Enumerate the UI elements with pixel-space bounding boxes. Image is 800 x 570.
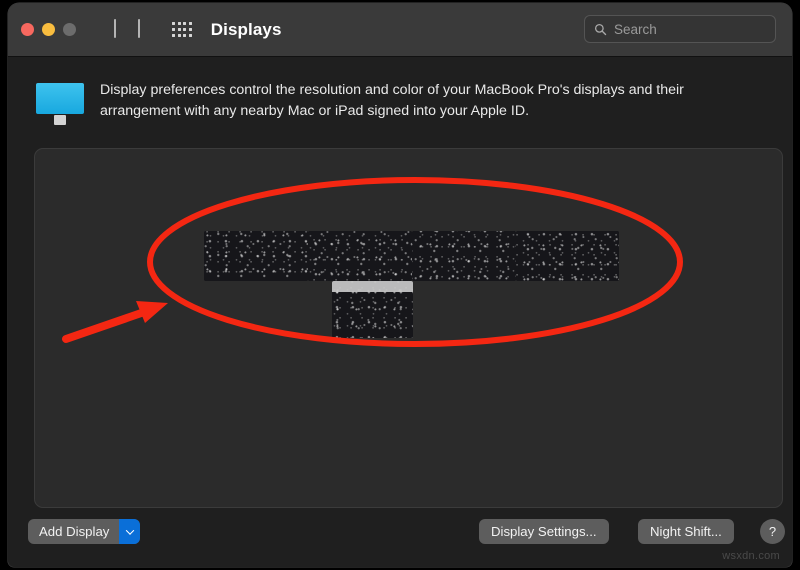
window-titlebar: Displays [8,3,792,57]
menu-bar-indicator[interactable] [332,281,413,292]
help-button[interactable]: ? [760,519,785,544]
display-thumbnail-2[interactable] [308,231,412,281]
search-field[interactable] [584,15,776,43]
traffic-lights [21,23,76,36]
display-monitor-icon [36,83,84,125]
display-thumbnail-1[interactable] [204,231,308,281]
display-settings-button[interactable]: Display Settings... [479,519,609,544]
add-display-button[interactable]: Add Display [28,519,141,544]
chevron-down-icon[interactable] [119,519,141,544]
page-title: Displays [210,19,282,39]
night-shift-button[interactable]: Night Shift... [638,519,734,544]
display-arrangement-panel[interactable]: To rearrange displays, drag them to the … [34,148,783,508]
minimize-button[interactable] [42,23,55,36]
displays-preferences-window: Displays Display preferences control the… [8,3,792,567]
zoom-button[interactable] [63,23,76,36]
back-button[interactable] [114,18,116,39]
description-text: Display preferences control the resoluti… [100,82,684,119]
search-input[interactable] [614,21,754,37]
close-button[interactable] [21,23,34,36]
display-thumbnail-main[interactable] [332,281,413,338]
show-all-grid-icon[interactable] [172,22,192,37]
navigation-buttons [114,18,140,39]
forward-button[interactable] [138,18,140,39]
display-thumbnail-4[interactable] [516,231,619,281]
add-display-label: Add Display [39,524,110,539]
description-row: Display preferences control the resoluti… [8,57,792,125]
display-thumbnail-3[interactable] [412,231,516,281]
search-icon [594,23,607,35]
watermark: wsxdn.com [722,550,780,562]
